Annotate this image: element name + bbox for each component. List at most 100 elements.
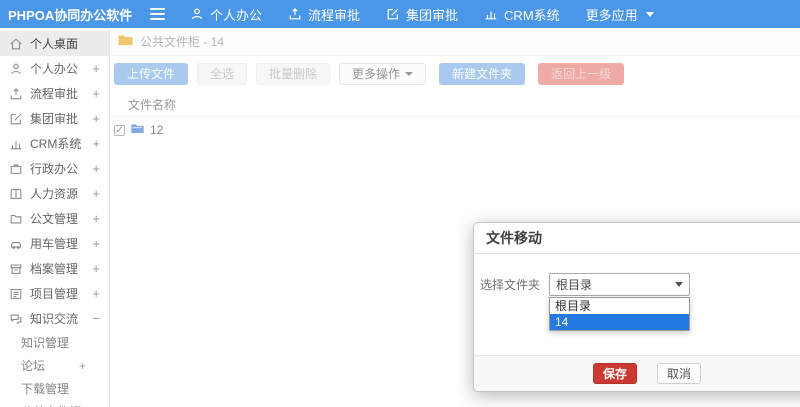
edit-icon (386, 7, 400, 21)
more-actions-button[interactable]: 更多操作 (339, 63, 427, 85)
edit-icon (9, 112, 23, 126)
expand-toggle[interactable]: + (92, 111, 100, 126)
sidebar-item-archive-management[interactable]: 档案管理 + (0, 256, 109, 281)
sidebar: 个人桌面 个人办公 + 流程审批 + 集团审批 + CRM系统 + 行政办公 +… (0, 28, 110, 407)
sidebar-item-personal-office[interactable]: 个人办公 + (0, 56, 109, 81)
row-checkbox[interactable]: ✓ (114, 124, 125, 136)
top-navigation: 个人办公 流程审批 集团审批 CRM系统 更多应用 (177, 0, 667, 28)
caret-down-icon (405, 72, 414, 76)
go-up-level-button[interactable]: 返回上一级 (538, 63, 625, 85)
select-all-button[interactable]: 全选 (197, 63, 248, 85)
book-icon (9, 187, 23, 201)
nav-item-label: 流程审批 (308, 7, 361, 23)
more-actions-label: 更多操作 (352, 67, 401, 81)
sidebar-item-label: CRM系统 (30, 137, 82, 151)
sidebar-item-label: 知识交流 (30, 312, 79, 326)
sidebar-subitem-label: 论坛 (21, 359, 46, 373)
app-logo: PHPOA协同办公软件 (8, 7, 133, 23)
expand-toggle[interactable]: + (92, 161, 100, 176)
file-name-link[interactable]: 12 (150, 123, 163, 137)
user-icon (190, 7, 204, 21)
file-move-dialog: 文件移动 选择文件夹 根目录 根目录 14 保存 取消 (473, 222, 800, 392)
nav-item-label: 集团审批 (406, 7, 459, 23)
file-folder-icon (131, 123, 144, 137)
expand-toggle[interactable]: + (92, 61, 100, 76)
nav-item-crm[interactable]: CRM系统 (471, 0, 573, 28)
sidebar-item-label: 项目管理 (30, 287, 79, 301)
nav-item-personal-office[interactable]: 个人办公 (177, 0, 275, 28)
folder-select-field: 选择文件夹 根目录 (474, 273, 690, 296)
caret-down-icon (645, 11, 654, 17)
cancel-button[interactable]: 取消 (657, 363, 702, 384)
sidebar-item-project-management[interactable]: 项目管理 + (0, 281, 109, 306)
nav-item-label: 个人办公 (210, 7, 263, 23)
nav-item-label: CRM系统 (504, 7, 560, 23)
sidebar-item-crm[interactable]: CRM系统 + (0, 131, 109, 156)
sidebar-item-knowledge-exchange[interactable]: 知识交流 − (0, 306, 109, 331)
caret-down-icon (675, 282, 683, 287)
nav-item-more-apps[interactable]: 更多应用 (573, 0, 667, 28)
bar-chart-icon (484, 7, 498, 21)
sidebar-item-label: 流程审批 (30, 87, 79, 101)
sidebar-item-label: 行政办公 (30, 162, 79, 176)
sidebar-subitem-public-file-cabinet[interactable]: 公共文件柜 (0, 400, 109, 407)
upload-icon (9, 87, 23, 101)
user-icon (9, 62, 23, 76)
sidebar-subitem-forum[interactable]: 论坛 + (0, 354, 109, 377)
folder-icon (118, 34, 133, 49)
folder-select-label: 选择文件夹 (479, 278, 540, 292)
expand-toggle[interactable]: + (92, 261, 100, 276)
nav-item-group-approval[interactable]: 集团审批 (373, 0, 471, 28)
sidebar-item-label: 档案管理 (30, 262, 79, 276)
bar-chart-icon (9, 137, 23, 151)
car-icon (9, 237, 23, 251)
sidebar-subitem-label: 知识管理 (21, 336, 70, 350)
sidebar-item-label: 公文管理 (30, 212, 79, 226)
chat-icon (9, 312, 23, 326)
sidebar-item-document-management[interactable]: 公文管理 + (0, 206, 109, 231)
briefcase-icon (9, 162, 23, 176)
save-button[interactable]: 保存 (592, 363, 637, 384)
menu-hamburger-icon[interactable] (150, 8, 165, 20)
sidebar-item-label: 个人办公 (30, 62, 79, 76)
expand-toggle[interactable]: + (79, 359, 86, 373)
sidebar-item-desktop[interactable]: 个人桌面 (0, 31, 109, 56)
dialog-header: 文件移动 (474, 223, 800, 254)
sidebar-item-vehicle-management[interactable]: 用车管理 + (0, 231, 109, 256)
upload-file-button[interactable]: 上传文件 (114, 63, 189, 85)
nav-item-label: 更多应用 (585, 7, 638, 23)
dialog-body: 选择文件夹 根目录 根目录 14 (474, 254, 800, 355)
folder-select[interactable]: 根目录 (549, 273, 690, 296)
expand-toggle[interactable]: + (92, 236, 100, 251)
expand-toggle[interactable]: + (92, 211, 100, 226)
nav-item-workflow-approval[interactable]: 流程审批 (275, 0, 373, 28)
sidebar-item-admin-office[interactable]: 行政办公 + (0, 156, 109, 181)
expand-toggle[interactable]: + (92, 286, 100, 301)
folder-select-value: 根目录 (556, 278, 593, 292)
column-header-file-name: 文件名称 (128, 98, 177, 112)
upload-icon (288, 7, 302, 21)
dialog-footer: 保存 取消 (474, 355, 800, 391)
expand-toggle[interactable]: + (92, 136, 100, 151)
top-navbar: PHPOA协同办公软件 个人办公 流程审批 集团审批 CRM系统 更多应用 (0, 0, 800, 28)
batch-delete-button[interactable]: 批量删除 (256, 63, 331, 85)
collapse-toggle[interactable]: − (92, 311, 100, 326)
sidebar-item-workflow-approval[interactable]: 流程审批 + (0, 81, 109, 106)
home-icon (9, 37, 23, 51)
toolbar: 上传文件 全选 批量删除 更多操作 新建文件夹 返回上一级 (111, 56, 800, 85)
expand-toggle[interactable]: + (92, 186, 100, 201)
sidebar-subitem-download-management[interactable]: 下载管理 (0, 377, 109, 400)
clipboard-icon (9, 287, 23, 301)
sidebar-item-label: 集团审批 (30, 112, 79, 126)
archive-icon (9, 262, 23, 276)
sidebar-item-label: 个人桌面 (30, 37, 79, 51)
expand-toggle[interactable]: + (92, 86, 100, 101)
sidebar-subitem-label: 下载管理 (21, 382, 70, 396)
sidebar-subitem-knowledge-management[interactable]: 知识管理 (0, 331, 109, 354)
dropdown-option-14[interactable]: 14 (550, 314, 689, 330)
sidebar-item-group-approval[interactable]: 集团审批 + (0, 106, 109, 131)
new-folder-button[interactable]: 新建文件夹 (439, 63, 526, 85)
table-row[interactable]: ✓ 12 (111, 117, 800, 143)
dropdown-option-root[interactable]: 根目录 (550, 298, 689, 314)
sidebar-item-hr[interactable]: 人力资源 + (0, 181, 109, 206)
